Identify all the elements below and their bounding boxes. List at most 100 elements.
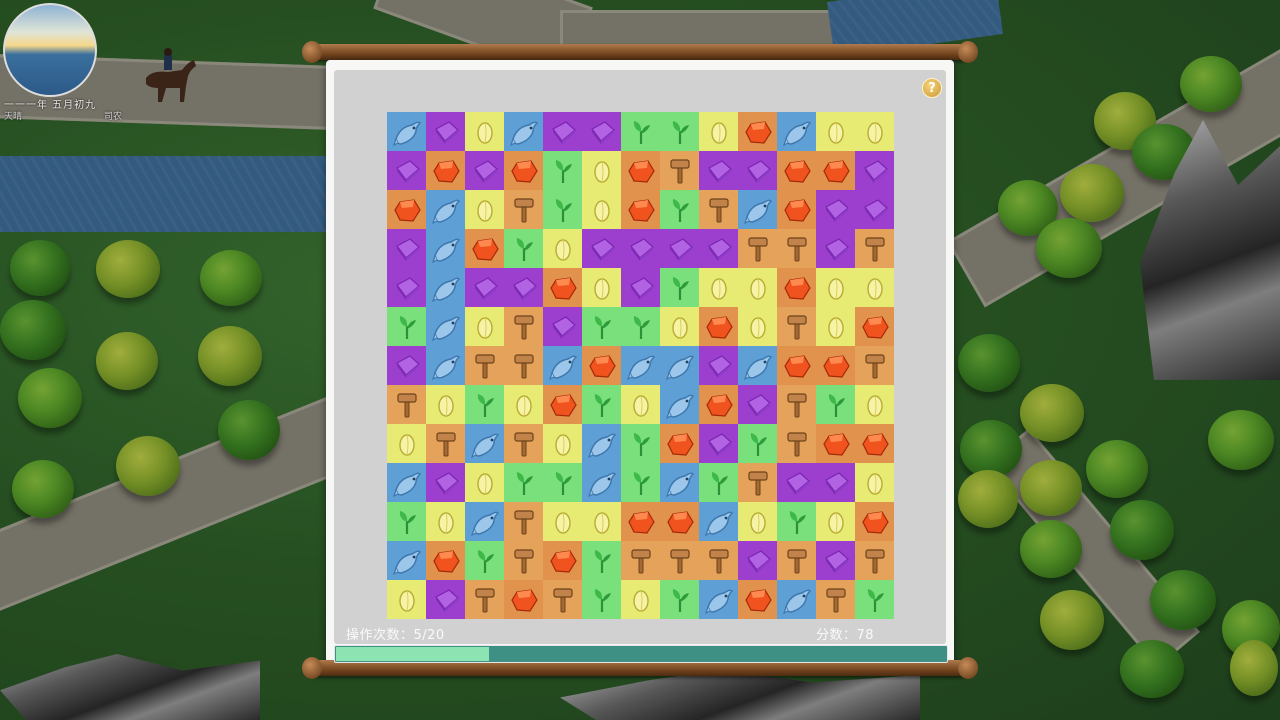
tile-hammer[interactable] bbox=[855, 229, 894, 268]
tile-fish[interactable] bbox=[582, 463, 621, 502]
tile-purple-crystal[interactable] bbox=[387, 229, 426, 268]
tile-orange-gem[interactable] bbox=[777, 151, 816, 190]
tile-sprout[interactable] bbox=[660, 112, 699, 151]
tile-fish[interactable] bbox=[426, 346, 465, 385]
tile-orange-gem[interactable] bbox=[660, 502, 699, 541]
tile-orange-gem[interactable] bbox=[543, 541, 582, 580]
tile-fish[interactable] bbox=[465, 424, 504, 463]
tile-fish[interactable] bbox=[699, 580, 738, 619]
tile-purple-crystal[interactable] bbox=[738, 541, 777, 580]
tile-fish[interactable] bbox=[582, 424, 621, 463]
tile-orange-gem[interactable] bbox=[816, 151, 855, 190]
tile-orange-gem[interactable] bbox=[699, 385, 738, 424]
tile-yellow-seed[interactable] bbox=[816, 307, 855, 346]
tile-purple-crystal[interactable] bbox=[426, 580, 465, 619]
tile-yellow-seed[interactable] bbox=[426, 502, 465, 541]
tile-orange-gem[interactable] bbox=[699, 307, 738, 346]
tile-hammer[interactable] bbox=[855, 541, 894, 580]
tile-purple-crystal[interactable] bbox=[816, 190, 855, 229]
tile-yellow-seed[interactable] bbox=[855, 112, 894, 151]
tile-hammer[interactable] bbox=[465, 580, 504, 619]
tile-orange-gem[interactable] bbox=[582, 346, 621, 385]
tile-yellow-seed[interactable] bbox=[582, 190, 621, 229]
tile-yellow-seed[interactable] bbox=[660, 307, 699, 346]
tile-hammer[interactable] bbox=[777, 541, 816, 580]
tile-yellow-seed[interactable] bbox=[816, 502, 855, 541]
tile-purple-crystal[interactable] bbox=[777, 463, 816, 502]
tile-fish[interactable] bbox=[465, 502, 504, 541]
tile-hammer[interactable] bbox=[504, 424, 543, 463]
tile-orange-gem[interactable] bbox=[738, 112, 777, 151]
tile-yellow-seed[interactable] bbox=[855, 385, 894, 424]
tile-yellow-seed[interactable] bbox=[738, 268, 777, 307]
tile-purple-crystal[interactable] bbox=[699, 151, 738, 190]
tile-sprout[interactable] bbox=[543, 190, 582, 229]
tile-sprout[interactable] bbox=[738, 424, 777, 463]
tile-purple-crystal[interactable] bbox=[699, 346, 738, 385]
tile-orange-gem[interactable] bbox=[621, 502, 660, 541]
tile-sprout[interactable] bbox=[621, 307, 660, 346]
tile-purple-crystal[interactable] bbox=[621, 229, 660, 268]
tile-sprout[interactable] bbox=[660, 580, 699, 619]
tile-orange-gem[interactable] bbox=[504, 151, 543, 190]
tile-yellow-seed[interactable] bbox=[465, 190, 504, 229]
tile-orange-gem[interactable] bbox=[621, 151, 660, 190]
tile-fish[interactable] bbox=[426, 190, 465, 229]
tile-hammer[interactable] bbox=[660, 541, 699, 580]
tile-sprout[interactable] bbox=[465, 541, 504, 580]
tile-fish[interactable] bbox=[660, 385, 699, 424]
tile-purple-crystal[interactable] bbox=[426, 463, 465, 502]
tile-hammer[interactable] bbox=[621, 541, 660, 580]
tile-yellow-seed[interactable] bbox=[465, 307, 504, 346]
tile-purple-crystal[interactable] bbox=[660, 229, 699, 268]
tile-orange-gem[interactable] bbox=[816, 424, 855, 463]
tile-fish[interactable] bbox=[738, 190, 777, 229]
tile-sprout[interactable] bbox=[777, 502, 816, 541]
tile-purple-crystal[interactable] bbox=[543, 307, 582, 346]
tile-purple-crystal[interactable] bbox=[855, 190, 894, 229]
tile-purple-crystal[interactable] bbox=[816, 463, 855, 502]
tile-sprout[interactable] bbox=[621, 463, 660, 502]
tile-orange-gem[interactable] bbox=[621, 190, 660, 229]
tile-hammer[interactable] bbox=[699, 190, 738, 229]
tile-yellow-seed[interactable] bbox=[699, 112, 738, 151]
tile-orange-gem[interactable] bbox=[660, 424, 699, 463]
tile-purple-crystal[interactable] bbox=[465, 151, 504, 190]
tile-yellow-seed[interactable] bbox=[543, 424, 582, 463]
tile-hammer[interactable] bbox=[543, 580, 582, 619]
tile-yellow-seed[interactable] bbox=[816, 112, 855, 151]
tile-yellow-seed[interactable] bbox=[426, 385, 465, 424]
tile-hammer[interactable] bbox=[504, 502, 543, 541]
tile-sprout[interactable] bbox=[816, 385, 855, 424]
tile-yellow-seed[interactable] bbox=[465, 463, 504, 502]
tile-orange-gem[interactable] bbox=[387, 190, 426, 229]
tile-purple-crystal[interactable] bbox=[738, 385, 777, 424]
tile-orange-gem[interactable] bbox=[465, 229, 504, 268]
tile-orange-gem[interactable] bbox=[855, 424, 894, 463]
tile-sprout[interactable] bbox=[660, 268, 699, 307]
tile-sprout[interactable] bbox=[660, 190, 699, 229]
tile-yellow-seed[interactable] bbox=[816, 268, 855, 307]
tile-yellow-seed[interactable] bbox=[465, 112, 504, 151]
tile-fish[interactable] bbox=[660, 346, 699, 385]
tile-fish[interactable] bbox=[387, 541, 426, 580]
tile-purple-crystal[interactable] bbox=[387, 268, 426, 307]
tile-sprout[interactable] bbox=[465, 385, 504, 424]
tile-yellow-seed[interactable] bbox=[621, 385, 660, 424]
tile-sprout[interactable] bbox=[504, 463, 543, 502]
time-of-day-dial[interactable] bbox=[3, 3, 97, 97]
tile-fish[interactable] bbox=[426, 268, 465, 307]
tile-fish[interactable] bbox=[426, 307, 465, 346]
tile-fish[interactable] bbox=[504, 112, 543, 151]
tile-orange-gem[interactable] bbox=[426, 541, 465, 580]
tile-purple-crystal[interactable] bbox=[504, 268, 543, 307]
tile-orange-gem[interactable] bbox=[855, 502, 894, 541]
tile-sprout[interactable] bbox=[582, 385, 621, 424]
tile-yellow-seed[interactable] bbox=[543, 229, 582, 268]
tile-orange-gem[interactable] bbox=[504, 580, 543, 619]
tile-purple-crystal[interactable] bbox=[465, 268, 504, 307]
tile-purple-crystal[interactable] bbox=[543, 112, 582, 151]
tile-orange-gem[interactable] bbox=[543, 385, 582, 424]
tile-purple-crystal[interactable] bbox=[621, 268, 660, 307]
tile-yellow-seed[interactable] bbox=[582, 268, 621, 307]
